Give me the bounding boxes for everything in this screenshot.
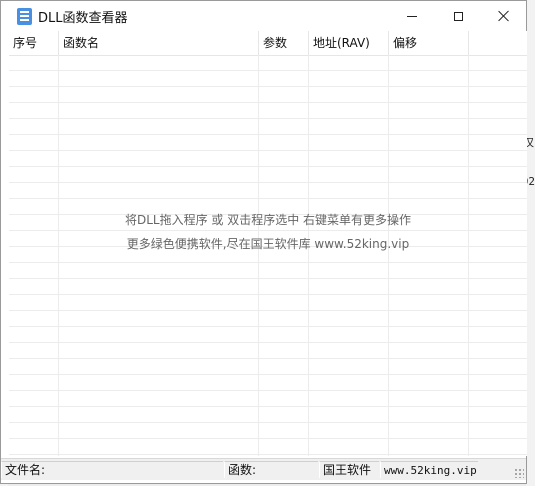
minimize-icon bbox=[407, 15, 417, 17]
column-header-offset[interactable]: 偏移 bbox=[389, 31, 469, 55]
status-bar: 文件名: 函数: 国王软件 www.52king.vip bbox=[1, 458, 526, 480]
background-window-right bbox=[526, 0, 535, 486]
close-icon bbox=[498, 10, 510, 22]
status-file-name: 文件名: bbox=[1, 461, 223, 478]
status-url-link[interactable]: www.52king.vip bbox=[380, 461, 478, 478]
column-header-params[interactable]: 参数 bbox=[259, 31, 309, 55]
dll-app-icon bbox=[17, 8, 32, 25]
usage-hint: 将DLL拖入程序 或 双击程序选中 右键菜单有更多操作 bbox=[124, 213, 412, 227]
list-gridlines bbox=[9, 55, 527, 456]
column-header-extra[interactable] bbox=[469, 31, 527, 55]
column-divider bbox=[388, 55, 389, 456]
maximize-icon bbox=[453, 11, 463, 21]
minimize-button[interactable] bbox=[390, 1, 434, 31]
title-bar[interactable]: DLL函数查看器 bbox=[1, 1, 526, 31]
column-divider bbox=[468, 55, 469, 456]
close-button[interactable] bbox=[482, 1, 526, 31]
status-brand: 国王软件 bbox=[319, 461, 379, 478]
column-header-address[interactable]: 地址(RAV) bbox=[309, 31, 389, 55]
column-header-function-name[interactable]: 函数名 bbox=[59, 31, 259, 55]
column-divider bbox=[258, 55, 259, 456]
file-name-label: 文件名: bbox=[5, 463, 46, 477]
list-header: 序号 函数名 参数 地址(RAV) 偏移 bbox=[9, 31, 527, 56]
window-title: DLL函数查看器 bbox=[38, 11, 128, 26]
promo-hint: 更多绿色便携软件,尽在国王软件库 www.52king.vip bbox=[126, 237, 410, 251]
status-function-count: 函数: bbox=[224, 461, 318, 478]
column-header-index[interactable]: 序号 bbox=[9, 31, 59, 55]
function-list[interactable]: 序号 函数名 参数 地址(RAV) 偏移 将DLL拖入程序 或 双击程序选中 右… bbox=[9, 31, 527, 456]
column-divider bbox=[308, 55, 309, 456]
column-divider bbox=[58, 55, 59, 456]
function-count-label: 函数: bbox=[228, 463, 257, 477]
maximize-button[interactable] bbox=[436, 1, 480, 31]
dll-viewer-window: DLL函数查看器 序号 函数名 参数 地址(RAV) 偏移 将DLL拖入程序 或… bbox=[0, 0, 527, 484]
resize-grip[interactable] bbox=[514, 468, 524, 478]
